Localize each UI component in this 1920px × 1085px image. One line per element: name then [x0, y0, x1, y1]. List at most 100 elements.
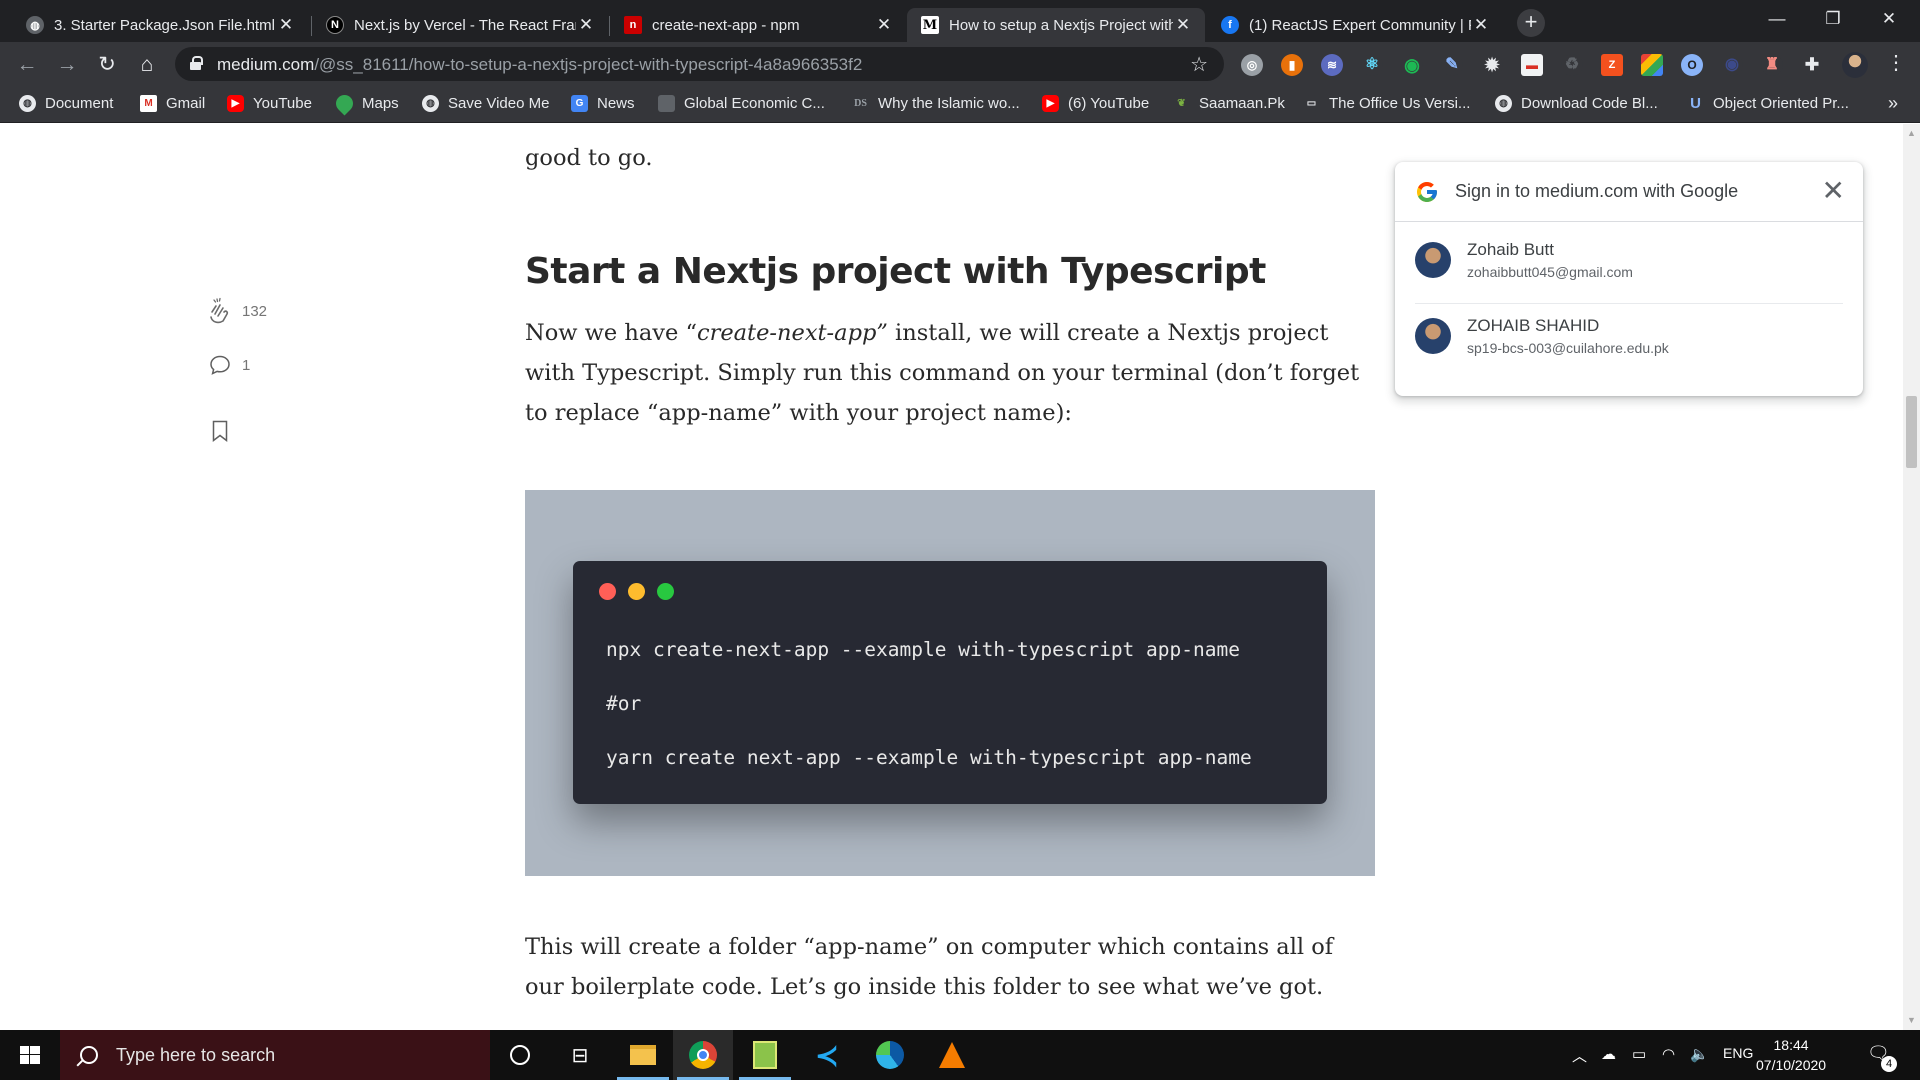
- extension-dark-icon[interactable]: ◉: [1721, 54, 1743, 76]
- bookmark-item[interactable]: Maps: [332, 91, 399, 116]
- bookmark-item[interactable]: ◍ Save Video Me: [422, 95, 549, 112]
- bookmark-item[interactable]: ▶ YouTube: [227, 95, 312, 112]
- tab-nextjs[interactable]: N Next.js by Vercel - The React Framewor…: [312, 8, 608, 42]
- bookmark-button[interactable]: [210, 419, 230, 443]
- forward-button[interactable]: →: [53, 51, 81, 79]
- taskbar-vscode[interactable]: ≺: [797, 1030, 857, 1080]
- bookmark-item[interactable]: U Object Oriented Pr...: [1687, 95, 1849, 112]
- close-icon[interactable]: ✕: [1173, 15, 1193, 35]
- extension-target-icon[interactable]: ◉: [1401, 54, 1423, 76]
- react-devtools-icon[interactable]: ⚛: [1361, 54, 1383, 76]
- lock-icon[interactable]: [190, 56, 203, 70]
- back-button[interactable]: ←: [13, 51, 41, 79]
- extension-zap-icon[interactable]: Z: [1601, 54, 1623, 76]
- cortana-button[interactable]: [490, 1030, 550, 1080]
- extension-recycle-icon[interactable]: ♻: [1561, 54, 1583, 76]
- popup-close-icon[interactable]: ✕: [1822, 174, 1845, 207]
- close-icon[interactable]: ✕: [276, 15, 296, 35]
- bookmark-label: Object Oriented Pr...: [1713, 95, 1849, 112]
- tray-overflow-icon[interactable]: ︿: [1572, 1045, 1587, 1066]
- taskbar-notepad-app[interactable]: [735, 1030, 795, 1080]
- battery-icon[interactable]: ▭: [1632, 1045, 1646, 1063]
- avatar: [1415, 242, 1451, 278]
- chrome-menu-icon[interactable]: ⋮: [1886, 50, 1906, 75]
- address-bar[interactable]: medium.com/@ss_81611/how-to-setup-a-next…: [175, 47, 1224, 81]
- clap-button[interactable]: 132: [204, 296, 267, 326]
- bookmark-item[interactable]: ❦ Saamaan.Pk: [1173, 95, 1285, 112]
- scroll-up-icon[interactable]: ▲: [1907, 128, 1916, 138]
- account-option[interactable]: Zohaib Butt zohaibbutt045@gmail.com: [1415, 222, 1843, 298]
- chrome-icon: [689, 1041, 717, 1069]
- comment-icon: [210, 355, 230, 375]
- tab-starter-package[interactable]: ◍ 3. Starter Package.Json File.html ✕: [12, 8, 308, 42]
- extension-bottle-icon[interactable]: ▮: [1281, 54, 1303, 76]
- bookmark-item[interactable]: ◍ Document: [19, 95, 113, 112]
- volume-icon[interactable]: 🔈: [1690, 1045, 1709, 1063]
- task-view-button[interactable]: ⊟: [550, 1030, 610, 1080]
- bookmark-item[interactable]: ◍ Download Code Bl...: [1495, 95, 1658, 112]
- minimize-dot-icon: [628, 583, 645, 600]
- taskbar-vlc[interactable]: [922, 1030, 982, 1080]
- bookmark-item[interactable]: ▶ (6) YouTube: [1042, 95, 1149, 112]
- taskbar-chrome[interactable]: [673, 1030, 733, 1080]
- extension-stack-icon[interactable]: ≋: [1321, 54, 1343, 76]
- globe-icon: ◍: [26, 16, 44, 34]
- profile-avatar[interactable]: [1842, 52, 1868, 78]
- extension-compass-icon[interactable]: ◎: [1241, 54, 1263, 76]
- extension-lamp-icon[interactable]: ♜: [1761, 54, 1783, 76]
- home-button[interactable]: ⌂: [133, 51, 161, 79]
- maps-icon: [332, 91, 357, 116]
- page-scrollbar[interactable]: ▲ ▼: [1903, 124, 1920, 1030]
- close-window-button[interactable]: ✕: [1866, 4, 1912, 34]
- new-tab-button[interactable]: +: [1517, 9, 1545, 37]
- taskbar-edge[interactable]: [860, 1030, 920, 1080]
- scroll-down-icon[interactable]: ▼: [1907, 1015, 1916, 1025]
- minimize-button[interactable]: —: [1754, 4, 1800, 34]
- input-language[interactable]: ENG: [1723, 1045, 1753, 1061]
- taskbar-clock[interactable]: 18:44 07/10/2020: [1756, 1035, 1826, 1075]
- code-line: npx create-next-app --example with-types…: [606, 638, 1240, 661]
- close-icon[interactable]: ✕: [1471, 15, 1491, 35]
- bookmarks-overflow-icon[interactable]: »: [1888, 93, 1898, 114]
- extensions-puzzle-icon[interactable]: ✚: [1801, 54, 1823, 76]
- tab-medium-article[interactable]: M How to setup a Nextjs Project with Typ…: [907, 8, 1205, 42]
- responses-button[interactable]: 1: [208, 353, 250, 377]
- scrollbar-thumb[interactable]: [1906, 396, 1917, 468]
- task-view-icon: ⊟: [571, 1044, 589, 1067]
- taskbar-file-explorer[interactable]: [613, 1030, 673, 1080]
- tab-facebook[interactable]: f (1) ReactJS Expert Community | Faceboo…: [1207, 8, 1503, 42]
- start-button[interactable]: [0, 1030, 60, 1080]
- bookmark-item[interactable]: M Gmail: [140, 95, 205, 112]
- vscode-icon: ≺: [815, 1039, 839, 1071]
- address-url[interactable]: medium.com/@ss_81611/how-to-setup-a-next…: [217, 55, 862, 75]
- bookmark-item[interactable]: G News: [571, 95, 635, 112]
- tab-title: create-next-app - npm: [652, 16, 800, 34]
- facebook-icon: f: [1221, 16, 1239, 34]
- bookmark-star-icon[interactable]: ☆: [1190, 52, 1208, 77]
- bookmarks-bar: ◍ Document M Gmail ▶ YouTube Maps ◍ Save Vid…: [0, 87, 1920, 123]
- intro-paragraph: Now we have “create-next-app” install, w…: [525, 313, 1375, 433]
- bookmark-item[interactable]: Global Economic C...: [658, 95, 825, 112]
- clock-date: 07/10/2020: [1756, 1057, 1827, 1073]
- tv-icon: ▭: [1303, 95, 1320, 112]
- reload-button[interactable]: ↻: [93, 51, 121, 79]
- extension-pen-icon[interactable]: ✎: [1441, 54, 1463, 76]
- extension-colorgrid-icon[interactable]: [1641, 54, 1663, 76]
- bookmark-item[interactable]: ▭ The Office Us Versi...: [1303, 95, 1470, 112]
- extension-card-icon[interactable]: ▬: [1521, 54, 1543, 76]
- extension-gear-icon[interactable]: ✹: [1481, 54, 1503, 76]
- wifi-icon[interactable]: ◠: [1662, 1045, 1675, 1063]
- extension-circle-icon[interactable]: O: [1681, 54, 1703, 76]
- close-icon[interactable]: ✕: [576, 15, 596, 35]
- onedrive-icon[interactable]: ☁: [1601, 1045, 1616, 1063]
- restore-button[interactable]: ❐: [1810, 4, 1856, 34]
- bookmark-item[interactable]: DS Why the Islamic wo...: [852, 95, 1020, 112]
- account-option[interactable]: ZOHAIB SHAHID sp19-bcs-003@cuilahore.edu…: [1415, 304, 1843, 380]
- nextjs-icon: N: [326, 16, 344, 34]
- close-icon[interactable]: ✕: [874, 15, 894, 35]
- tab-title: How to setup a Nextjs Project with Types…: [949, 16, 1173, 34]
- taskbar-search-box[interactable]: Type here to search: [60, 1030, 490, 1080]
- code-figure: npx create-next-app --example with-types…: [525, 490, 1375, 876]
- tab-npm[interactable]: n create-next-app - npm ✕: [610, 8, 906, 42]
- news-icon: G: [571, 95, 588, 112]
